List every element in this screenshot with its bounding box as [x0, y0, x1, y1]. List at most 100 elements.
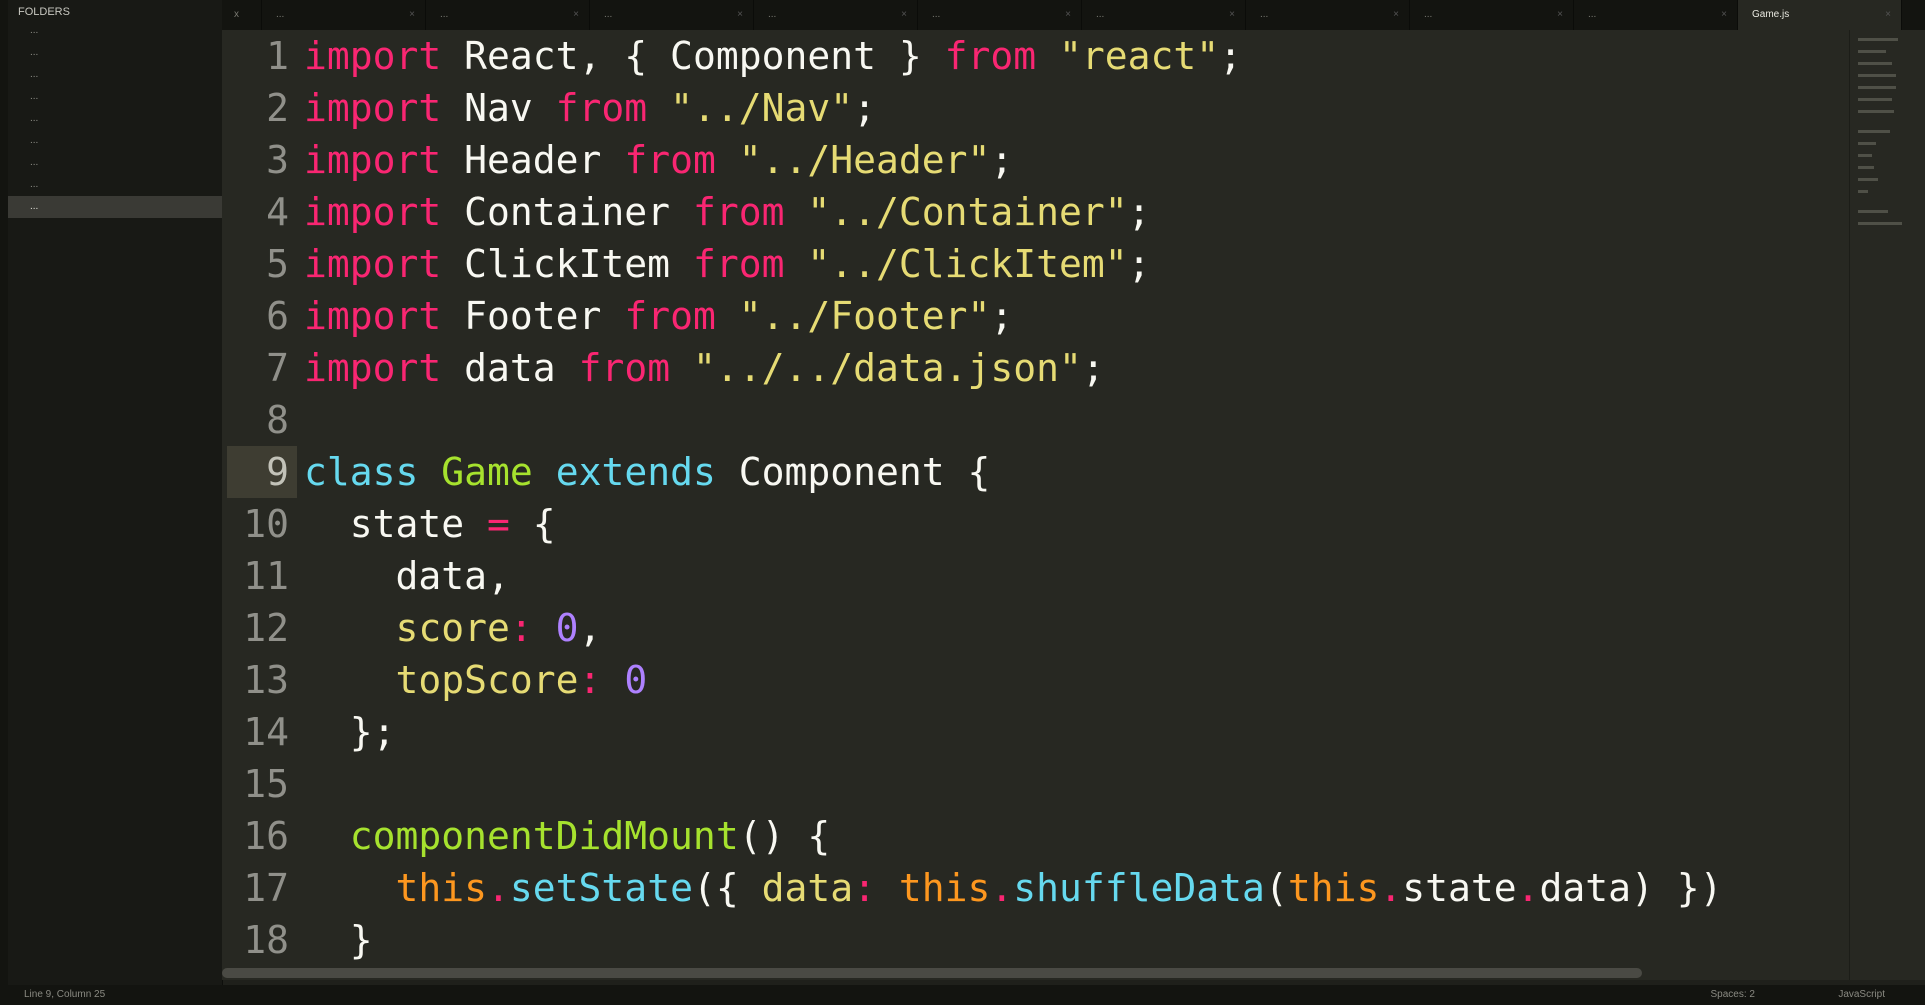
- tab-label: Game.js: [1752, 9, 1790, 20]
- code-text: ;: [1219, 34, 1243, 78]
- code-line-current: class Game extends Component {: [304, 446, 990, 498]
- tab[interactable]: ... ×: [1574, 0, 1738, 30]
- tab[interactable]: ... ×: [754, 0, 918, 30]
- minimap-line: [1858, 86, 1896, 89]
- tab-label: ...: [1096, 9, 1105, 20]
- tab-label: ...: [1588, 9, 1597, 20]
- string-literal: "../ClickItem": [807, 242, 1128, 286]
- line-number: 16: [243, 814, 289, 858]
- close-icon[interactable]: ×: [737, 0, 743, 30]
- string-literal: "../Nav": [670, 86, 854, 130]
- class-name: Game: [441, 450, 533, 494]
- code-text: (: [1264, 866, 1288, 910]
- tab-label: ...: [276, 9, 285, 20]
- minimap-line: [1858, 222, 1902, 225]
- line-number: 12: [243, 606, 289, 650]
- code-text: Footer: [441, 294, 625, 338]
- code-text: data,: [304, 554, 510, 598]
- sidebar-title: FOLDERS: [18, 6, 70, 18]
- code-area[interactable]: import React, { Component } from "react"…: [304, 30, 1849, 980]
- tab-label: ...: [768, 9, 777, 20]
- code-text: state: [304, 502, 488, 546]
- code-text: React, { Component }: [441, 34, 945, 78]
- sidebar: FOLDERS ... ... ... ... ... ... ... ... …: [0, 0, 223, 985]
- cursor-position: Line 9, Column 25: [24, 989, 106, 1000]
- line-number: 5: [266, 242, 289, 286]
- code-text: .: [1516, 866, 1540, 910]
- code-text: :: [578, 658, 625, 702]
- string-literal: "../Footer": [738, 294, 991, 338]
- code-text: .: [1379, 866, 1403, 910]
- code-line: import React, { Component } from "react"…: [304, 30, 1242, 82]
- close-icon[interactable]: ×: [901, 0, 907, 30]
- tab[interactable]: x: [222, 0, 262, 30]
- code-line: import Footer from "../Footer";: [304, 290, 1013, 342]
- keyword-this: this: [395, 866, 488, 910]
- method-name: componentDidMount: [349, 814, 739, 858]
- sidebar-item-selected[interactable]: ...: [0, 196, 222, 218]
- code-line: data,: [304, 550, 510, 602]
- tab[interactable]: ... ×: [1410, 0, 1574, 30]
- tab-label: x: [234, 9, 239, 20]
- code-line: this.setState({ data: this.shuffleData(t…: [304, 862, 1723, 914]
- tab-label: ...: [1260, 9, 1269, 20]
- tab[interactable]: ... ×: [590, 0, 754, 30]
- keyword-import: import: [304, 34, 442, 78]
- code-text: ClickItem: [441, 242, 693, 286]
- tab[interactable]: ... ×: [1246, 0, 1410, 30]
- syntax-selector[interactable]: JavaScript: [1838, 985, 1885, 1005]
- minimap-line: [1858, 74, 1896, 77]
- code-text: .: [990, 866, 1014, 910]
- operator: =: [487, 502, 510, 546]
- sidebar-item[interactable]: ...: [0, 130, 222, 152]
- code-line: componentDidMount() {: [304, 810, 830, 862]
- line-number: 11: [243, 554, 289, 598]
- tab-bar: x ... × ... × ... × ... × ... × ... × ... × ...…: [222, 0, 1925, 30]
- close-icon[interactable]: ×: [1557, 0, 1563, 30]
- tab-active[interactable]: Game.js ×: [1738, 0, 1902, 30]
- tab[interactable]: ... ×: [426, 0, 590, 30]
- keyword-import: import: [304, 346, 442, 390]
- tab[interactable]: ... ×: [262, 0, 426, 30]
- tab[interactable]: ... ×: [1082, 0, 1246, 30]
- code-text: }: [304, 918, 373, 962]
- string-literal: "../../data.json": [692, 346, 1082, 390]
- keyword-import: import: [304, 294, 442, 338]
- close-icon[interactable]: ×: [1721, 0, 1727, 30]
- code-line: };: [304, 706, 396, 758]
- code-line: import Nav from "../Nav";: [304, 82, 876, 134]
- sidebar-item[interactable]: ...: [0, 20, 222, 42]
- sidebar-item[interactable]: ...: [0, 152, 222, 174]
- close-icon[interactable]: ×: [1065, 0, 1071, 30]
- sidebar-item[interactable]: ...: [0, 174, 222, 196]
- sidebar-scrollbar[interactable]: [0, 0, 8, 985]
- code-text: ;: [1127, 242, 1151, 286]
- horizontal-scrollbar[interactable]: [222, 968, 1642, 978]
- close-icon[interactable]: ×: [1393, 0, 1399, 30]
- indentation-setting[interactable]: Spaces: 2: [1711, 985, 1755, 1005]
- sidebar-item[interactable]: ...: [0, 108, 222, 130]
- keyword-extends: extends: [555, 450, 716, 494]
- sidebar-item[interactable]: ...: [0, 86, 222, 108]
- code-text: ;: [853, 86, 876, 130]
- tab[interactable]: ... ×: [918, 0, 1082, 30]
- code-text: Container: [441, 190, 693, 234]
- line-number: 2: [266, 86, 289, 130]
- sidebar-item[interactable]: ...: [0, 42, 222, 64]
- keyword-this: this: [898, 866, 991, 910]
- sidebar-item[interactable]: ...: [0, 64, 222, 86]
- code-text: .: [487, 866, 510, 910]
- code-editor[interactable]: 1 2 3 4 5 6 7 8 9 10 11 12 13 14 15 16 1…: [222, 30, 1849, 980]
- minimap[interactable]: [1849, 30, 1925, 980]
- close-icon[interactable]: ×: [409, 0, 415, 30]
- close-icon[interactable]: ×: [1885, 0, 1891, 30]
- close-icon[interactable]: ×: [1229, 0, 1235, 30]
- code-text: Component {: [715, 450, 991, 494]
- close-icon[interactable]: ×: [573, 0, 579, 30]
- minimap-line: [1858, 190, 1868, 193]
- string-literal: "../Container": [807, 190, 1128, 234]
- function-call: shuffleData: [1013, 866, 1265, 910]
